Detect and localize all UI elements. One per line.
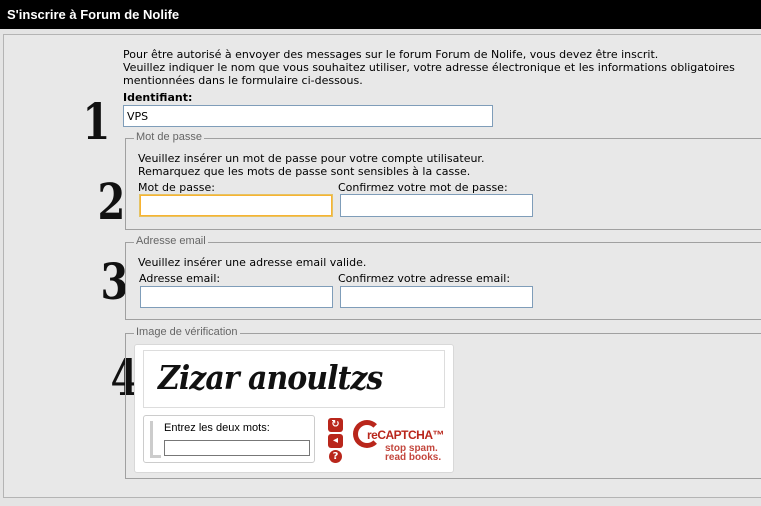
captcha-response-box: Entrez les deux mots: xyxy=(143,415,315,463)
recaptcha-tagline: stop spam. read books. xyxy=(385,444,442,463)
tagline-line: read books. xyxy=(385,452,442,463)
email-info: Veuillez insérer une adresse email valid… xyxy=(138,256,367,269)
password-info: Veuillez insérer un mot de passe pour vo… xyxy=(138,152,484,178)
password-confirm-input[interactable] xyxy=(340,194,533,217)
intro-line: mentionnées dans le formulaire ci-dessou… xyxy=(123,74,363,87)
recaptcha-widget: Zizar anoultzs Entrez les deux mots: ↻ ◂… xyxy=(134,344,454,473)
intro-line: Pour être autorisé à envoyer des message… xyxy=(123,48,659,61)
captcha-legend: Image de vérification xyxy=(134,326,240,338)
step-number-2: 2 xyxy=(97,172,126,231)
password-legend: Mot de passe xyxy=(134,131,205,143)
email-confirm-label: Confirmez votre adresse email: xyxy=(338,272,511,285)
username-label: Identifiant: xyxy=(123,91,193,104)
username-input[interactable] xyxy=(123,105,493,127)
intro-text: Pour être autorisé à envoyer des message… xyxy=(123,48,735,87)
captcha-prompt: Entrez les deux mots: xyxy=(164,422,270,434)
recaptcha-brand: reCAPTCHA™ xyxy=(367,428,445,442)
email-confirm-input[interactable] xyxy=(340,286,533,308)
step-number-1: 1 xyxy=(82,92,111,151)
page-title: S'inscrire à Forum de Nolife xyxy=(7,7,180,22)
password-confirm-label: Confirmez votre mot de passe: xyxy=(338,181,508,194)
recaptcha-logo: reCAPTCHA™ stop spam. read books. xyxy=(353,420,449,464)
password-info-line: Remarquez que les mots de passe sont sen… xyxy=(138,165,471,178)
help-icon[interactable]: ? xyxy=(329,450,342,463)
audio-icon[interactable]: ◂ xyxy=(328,434,343,448)
captcha-image: Zizar anoultzs xyxy=(143,350,445,408)
captcha-words: Zizar anoultzs xyxy=(158,359,383,398)
captcha-response-input[interactable] xyxy=(164,440,310,456)
refresh-icon[interactable]: ↻ xyxy=(328,418,343,432)
title-bar: S'inscrire à Forum de Nolife xyxy=(0,0,761,29)
arrow-hook-icon xyxy=(150,421,161,458)
password-input[interactable] xyxy=(139,194,333,217)
email-legend: Adresse email xyxy=(134,235,208,247)
intro-line: Veuillez indiquer le nom que vous souhai… xyxy=(123,61,735,74)
password-label: Mot de passe: xyxy=(138,181,215,194)
password-info-line: Veuillez insérer un mot de passe pour vo… xyxy=(138,152,485,165)
email-label: Adresse email: xyxy=(139,272,221,285)
email-input[interactable] xyxy=(140,286,333,308)
